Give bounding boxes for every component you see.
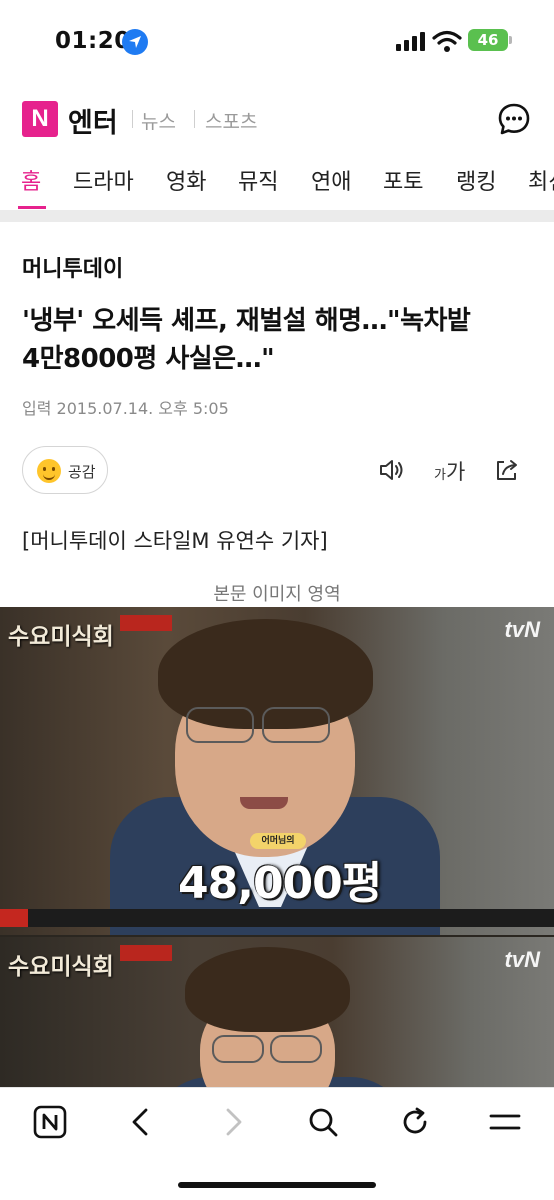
tab-photo[interactable]: 포토 (383, 164, 423, 196)
search-icon[interactable] (306, 1105, 340, 1139)
article-photo[interactable]: 수요미식회 tvN 어머님의 48,000평 수요미식회 tvN (0, 607, 554, 1087)
tab-music[interactable]: 뮤직 (238, 164, 278, 196)
location-arrow-icon (122, 29, 148, 55)
menu-icon[interactable] (488, 1105, 522, 1139)
back-icon[interactable] (126, 1105, 156, 1139)
nav-link-sports[interactable]: 스포츠 (205, 107, 257, 134)
smile-emoji-icon (37, 459, 61, 483)
font-size-button[interactable]: 가가 (434, 456, 465, 486)
headline-line: 4만8000평 사실은…" (22, 344, 275, 374)
published-date: 입력 2015.07.14. 오후 5:05 (22, 399, 229, 418)
divider (132, 110, 133, 128)
status-bar: 01:20 46 (0, 0, 554, 84)
article-byline: [머니투데이 스타일M 유연수 기자] (22, 529, 328, 553)
font-size-big-label: 가 (445, 460, 466, 484)
empathy-button[interactable]: 공감 (22, 446, 108, 494)
refresh-icon[interactable] (398, 1105, 432, 1139)
news-ticker (0, 909, 554, 927)
image-caption: 본문 이미지 영역 (213, 584, 341, 605)
press-name[interactable]: 머니투데이 (22, 251, 123, 283)
category-tabs: 홈 드라마 영화 뮤직 연애 포토 랭킹 최신 (0, 156, 554, 210)
share-icon[interactable] (493, 456, 521, 484)
tab-romance[interactable]: 연애 (311, 164, 351, 196)
photo-frame: 수요미식회 tvN 어머님의 48,000평 (0, 607, 554, 935)
battery-icon: 46 (468, 29, 512, 51)
section-title[interactable]: 엔터 (68, 101, 118, 140)
article-headline: '냉부' 오세득 셰프, 재벌설 해명…"녹차밭 4만8000평 사실은…" (22, 302, 532, 378)
tab-ranking[interactable]: 랭킹 (456, 164, 496, 196)
person-figure (0, 937, 554, 1087)
tab-home[interactable]: 홈 (21, 164, 41, 196)
cell-signal-icon (396, 31, 428, 51)
active-tab-indicator (18, 206, 46, 209)
status-time: 01:20 (55, 28, 131, 54)
font-size-small-label: 가 (434, 468, 446, 483)
app-header: N 엔터 뉴스 스포츠 (0, 96, 554, 144)
section-divider (0, 210, 554, 222)
nav-link-news[interactable]: 뉴스 (141, 107, 176, 134)
tab-movie[interactable]: 영화 (166, 164, 206, 196)
headline-line: '냉부' 오세득 셰프, 재벌설 해명…"녹차밭 (22, 306, 471, 336)
forward-icon[interactable] (218, 1105, 248, 1139)
empathy-label: 공감 (68, 463, 96, 481)
naver-home-icon[interactable] (33, 1105, 67, 1139)
caption-number: 48,000평 (178, 858, 382, 909)
home-indicator (178, 1182, 376, 1188)
naver-logo[interactable]: N (22, 101, 58, 137)
tab-latest[interactable]: 최신 (528, 164, 554, 196)
chat-bubble-icon[interactable] (497, 102, 531, 136)
tab-drama[interactable]: 드라마 (73, 164, 134, 196)
divider (194, 110, 195, 128)
wifi-icon (432, 30, 462, 52)
photo-frame: 수요미식회 tvN (0, 937, 554, 1087)
speaker-icon[interactable] (378, 456, 406, 484)
